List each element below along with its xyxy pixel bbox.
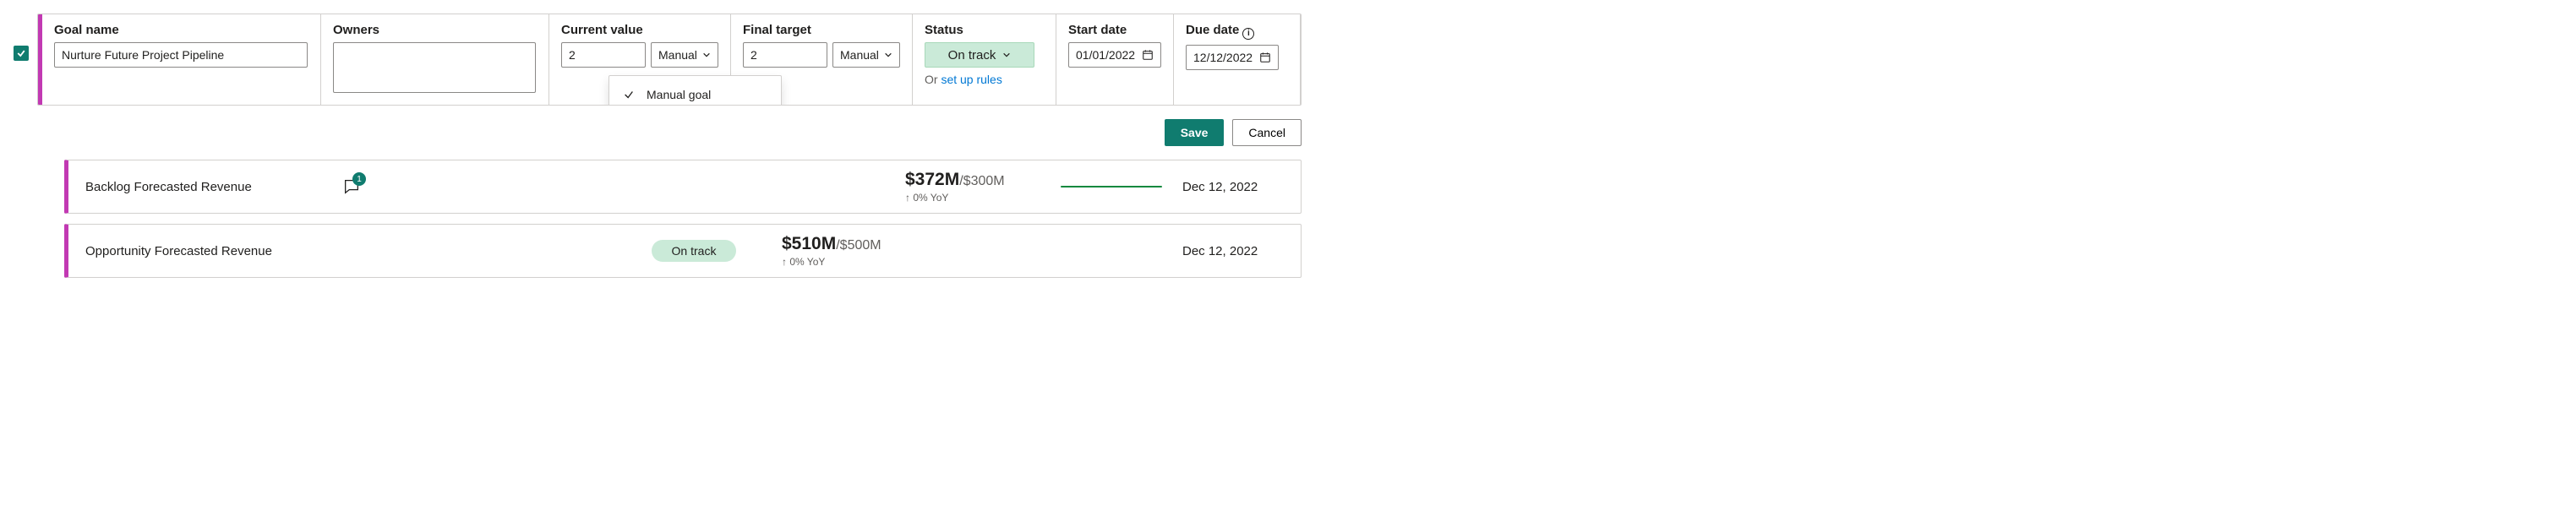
metric-yoy: ↑ 0% YoY: [905, 192, 1040, 204]
subgoal-row[interactable]: Backlog Forecasted Revenue 1 $372M/$300M…: [64, 160, 1302, 214]
or-text: Or: [925, 73, 941, 86]
status-value: On track: [948, 48, 996, 62]
start-date-label: Start date: [1068, 23, 1161, 37]
metric-yoy: ↑ 0% YoY: [782, 256, 917, 268]
start-date-input[interactable]: 01/01/2022: [1068, 42, 1161, 68]
chevron-down-icon: [1002, 51, 1011, 59]
chevron-down-icon: [884, 51, 892, 59]
metric-target: /$300M: [959, 174, 1004, 188]
goal-name-label: Goal name: [54, 23, 308, 37]
info-icon: i: [1242, 28, 1254, 40]
save-button[interactable]: Save: [1165, 119, 1225, 146]
goal-name-input[interactable]: Nurture Future Project Pipeline: [54, 42, 308, 68]
current-value-mode-menu: Manual goal Use subgoals Connect to data…: [609, 75, 782, 106]
final-target-input[interactable]: 2: [743, 42, 827, 68]
subgoal-due-date: Dec 12, 2022: [1182, 180, 1284, 194]
set-up-rules-link[interactable]: set up rules: [941, 73, 1001, 86]
start-date-value: 01/01/2022: [1076, 43, 1135, 67]
menu-item-label: Manual goal: [647, 88, 711, 101]
menu-item-manual-goal[interactable]: Manual goal: [609, 81, 781, 106]
row-select-checkbox[interactable]: [14, 46, 29, 61]
owners-input[interactable]: [333, 42, 536, 93]
status-label: Status: [925, 23, 1044, 37]
sparkline: [937, 250, 1039, 252]
sparkline: [1061, 186, 1162, 187]
current-value-mode-text: Manual: [658, 43, 697, 67]
status-select[interactable]: On track: [925, 42, 1034, 68]
current-value-input[interactable]: 2: [561, 42, 646, 68]
due-date-label: Due datei: [1186, 23, 1288, 40]
metric-value: $510M: [782, 234, 836, 253]
due-date-value: 12/12/2022: [1193, 46, 1253, 69]
final-target-mode-select[interactable]: Manual: [832, 42, 900, 68]
due-date-input[interactable]: 12/12/2022: [1186, 45, 1279, 70]
metric-target: /$500M: [836, 238, 881, 253]
current-value-label: Current value: [561, 23, 718, 37]
comments-button[interactable]: 1: [342, 177, 361, 196]
comments-count-badge: 1: [352, 172, 366, 186]
status-pill: On track: [652, 240, 737, 262]
check-icon: [16, 48, 26, 58]
calendar-icon: [1142, 49, 1154, 61]
current-value-mode-select[interactable]: Manual: [651, 42, 718, 68]
chevron-down-icon: [702, 51, 711, 59]
subgoal-metric: $372M/$300M ↑ 0% YoY: [905, 170, 1040, 204]
final-target-label: Final target: [743, 23, 900, 37]
subgoal-metric: $510M/$500M ↑ 0% YoY: [782, 234, 917, 268]
calendar-icon: [1259, 52, 1271, 63]
metric-value: $372M: [905, 170, 959, 189]
subgoal-name: Backlog Forecasted Revenue: [85, 180, 322, 194]
subgoal-due-date: Dec 12, 2022: [1182, 244, 1284, 258]
goal-edit-card: Goal name Nurture Future Project Pipelin…: [37, 14, 1302, 106]
subgoal-name: Opportunity Forecasted Revenue: [85, 244, 322, 258]
check-icon: [623, 89, 635, 101]
owners-label: Owners: [333, 23, 537, 37]
status-rules-line: Or set up rules: [925, 73, 1044, 86]
final-target-mode-text: Manual: [840, 43, 879, 67]
cancel-button[interactable]: Cancel: [1232, 119, 1302, 146]
subgoal-status: On track: [626, 240, 761, 262]
subgoal-row[interactable]: Opportunity Forecasted Revenue On track …: [64, 224, 1302, 278]
